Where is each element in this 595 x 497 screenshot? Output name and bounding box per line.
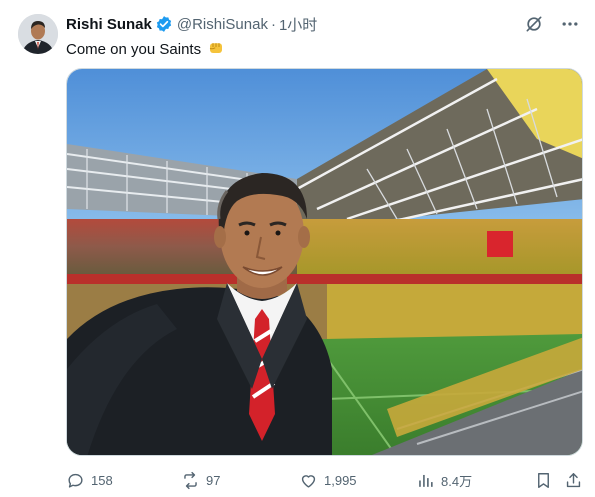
retweet-count: 97	[206, 472, 221, 488]
avatar[interactable]	[18, 14, 58, 54]
like-button[interactable]: 1,995	[299, 470, 357, 490]
tweet-timestamp[interactable]: 1小时	[279, 14, 317, 35]
share-icon	[566, 472, 581, 487]
more-icon[interactable]	[559, 13, 581, 35]
tweet-top-actions	[523, 13, 581, 35]
bookmark-button[interactable]	[534, 470, 553, 490]
like-count: 1,995	[324, 472, 357, 488]
tweet-card: Rishi Sunak @RishiSunak · 1小时 Come on yo…	[0, 0, 595, 497]
separator-dot: ·	[270, 15, 276, 33]
views-button[interactable]: 8.4万	[416, 470, 472, 490]
engagement-bar: 158 97 1,995 8.4万	[66, 470, 586, 490]
author-name[interactable]: Rishi Sunak	[66, 16, 152, 33]
tweet-header: Rishi Sunak @RishiSunak · 1小时	[66, 14, 317, 34]
reply-button[interactable]: 158	[66, 470, 113, 490]
bookmark-icon	[538, 472, 549, 488]
reply-icon	[68, 473, 83, 488]
reply-count: 158	[91, 472, 113, 488]
tweet-text-content: Come on you Saints	[66, 41, 202, 58]
heart-icon	[301, 474, 316, 488]
grok-icon[interactable]	[523, 13, 545, 35]
views-icon	[419, 474, 433, 487]
tweet-text: Come on you Saints	[66, 38, 225, 62]
fist-icon	[207, 38, 225, 62]
share-button[interactable]	[564, 470, 583, 490]
view-count: 8.4万	[441, 473, 473, 489]
author-handle[interactable]: @RishiSunak	[177, 16, 268, 33]
retweet-button[interactable]: 97	[181, 470, 220, 490]
tweet-photo[interactable]	[66, 68, 583, 456]
verified-badge-icon	[155, 15, 173, 33]
retweet-icon	[184, 471, 197, 489]
